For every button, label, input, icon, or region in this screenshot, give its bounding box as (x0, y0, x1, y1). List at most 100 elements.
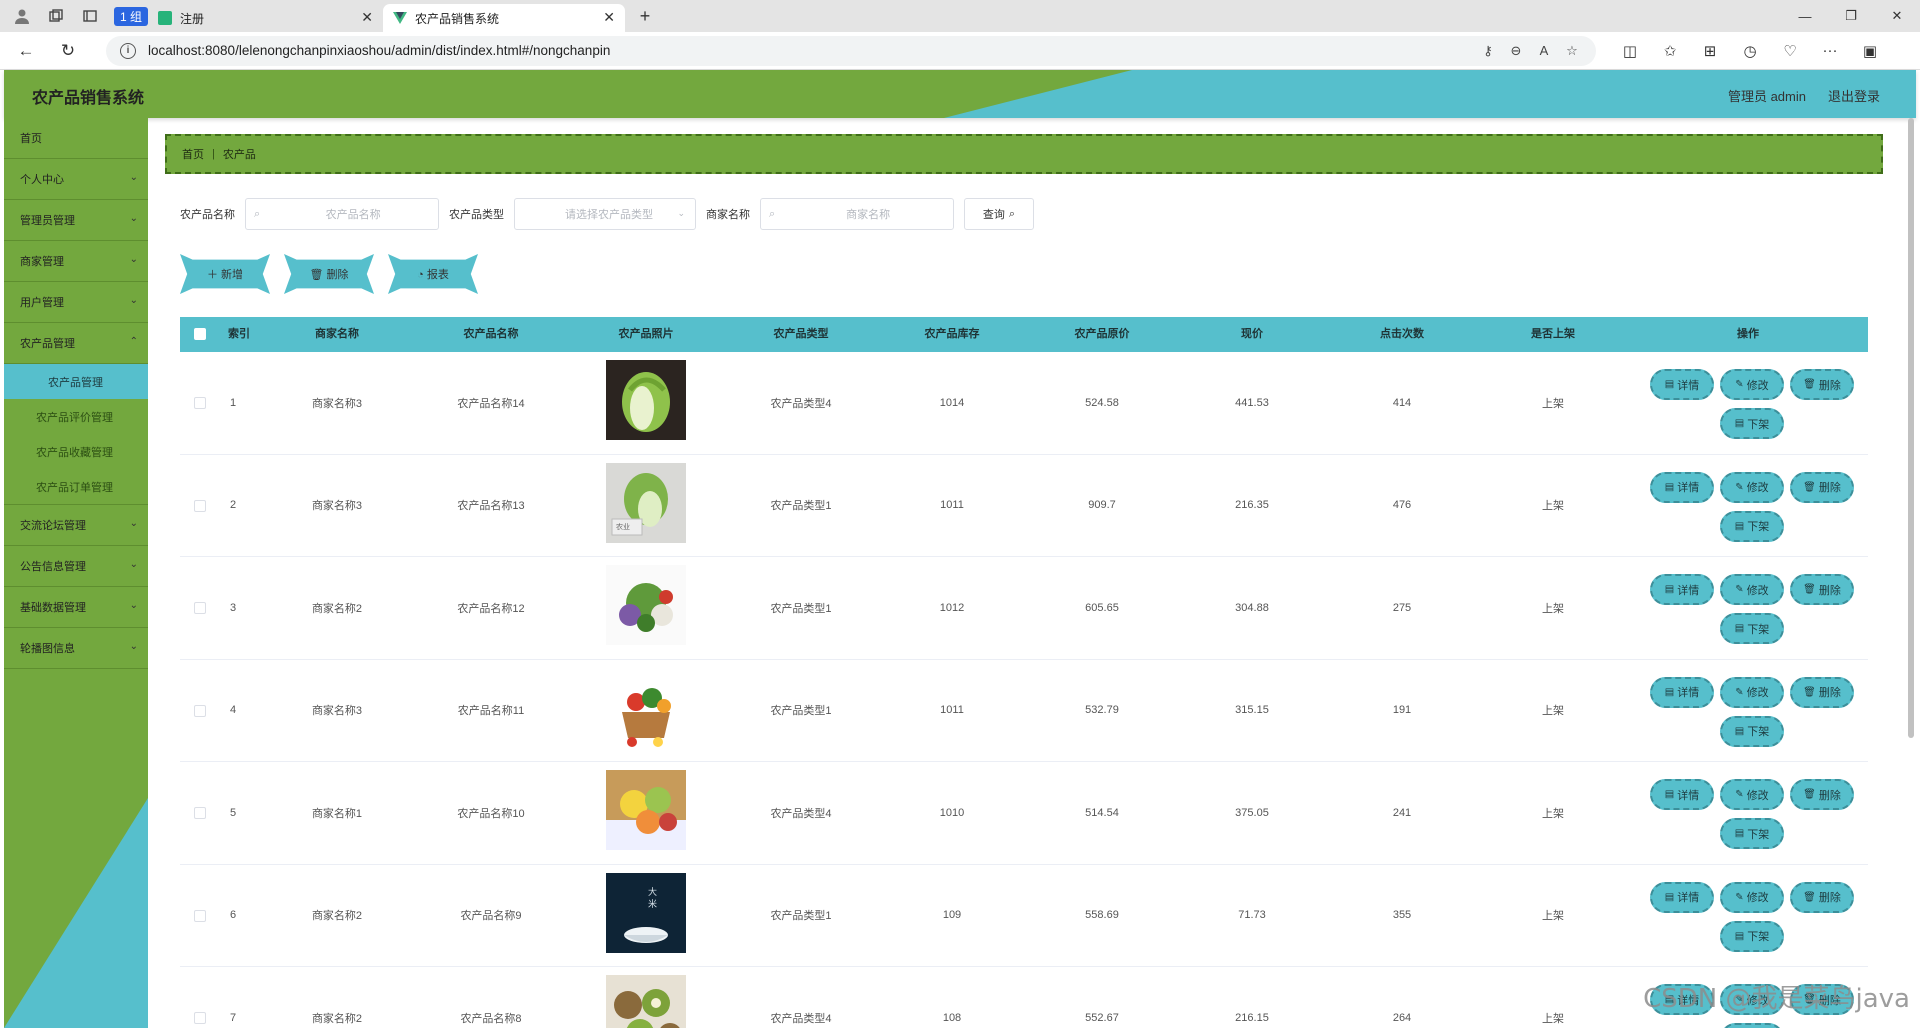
tab-actions-icon[interactable] (78, 4, 102, 28)
sidebar-subitem-product-reviews[interactable]: 农产品评价管理 (4, 399, 148, 434)
close-tab-icon[interactable]: ✕ (361, 9, 373, 26)
workspaces-icon[interactable] (44, 4, 68, 28)
product-photo[interactable] (606, 975, 686, 1028)
sidebar-item-users[interactable]: 用户管理 ⌄ (4, 282, 148, 323)
refresh-icon[interactable]: ↻ (52, 35, 84, 67)
merchant-name-input[interactable]: ⌕ 商家名称 (760, 198, 954, 230)
delete-button-label: 删除 (1818, 584, 1841, 597)
row-checkbox[interactable] (194, 909, 206, 922)
delete-button[interactable]: 🗑 删除 (1790, 369, 1854, 400)
profile-icon[interactable] (10, 4, 34, 28)
favorites-icon[interactable]: ✩ (1650, 42, 1690, 60)
offshelf-button[interactable]: ▤下架 (1720, 715, 1784, 747)
report-button[interactable]: ◔ 报表 (388, 254, 478, 294)
svg-text:米: 米 (648, 898, 657, 909)
table-row: 7 商家名称2 农产品名称8 农产品类型4 108 552.67 216.15 264 上架 ▤ 详… (180, 967, 1868, 1028)
tab-register[interactable]: 注册 ✕ (148, 4, 383, 32)
collections-icon[interactable]: ⊞ (1690, 42, 1730, 60)
tab-group-chip[interactable]: 1 组 (114, 6, 149, 26)
offshelf-button[interactable]: ▤下架 (1720, 818, 1784, 849)
offshelf-button[interactable]: ▤下架 (1720, 1023, 1784, 1028)
offshelf-button[interactable]: ▤下架 (1720, 408, 1784, 439)
batch-delete-button[interactable]: 🗑 删除 (284, 254, 374, 294)
detail-button[interactable]: ▤ 详情 (1650, 574, 1714, 605)
page-scrollbar[interactable] (1908, 118, 1914, 738)
logout-link[interactable]: 退出登录 (1828, 86, 1880, 105)
sidebar-item-carousel[interactable]: 轮播图信息 ⌄ (4, 628, 148, 669)
url-input[interactable]: i localhost:8080/lelenongchanpinxiaoshou… (106, 35, 1596, 66)
new-tab-plus-icon[interactable]: + (633, 6, 657, 27)
product-photo[interactable] (606, 360, 686, 440)
tab-current[interactable]: 农产品销售系统 ✕ (383, 4, 626, 32)
history-icon[interactable]: ◷ (1730, 42, 1770, 60)
site-info-icon[interactable]: i (120, 42, 136, 59)
delete-button[interactable]: 🗑 删除 (1790, 574, 1854, 605)
delete-button[interactable]: 🗑 删除 (1790, 471, 1854, 503)
sidebar-item-home[interactable]: 首页 (4, 118, 148, 159)
sidebar-item-products[interactable]: 农产品管理 ⌃ (4, 323, 148, 364)
product-name-input[interactable]: ⌕ 农产品名称 (245, 198, 439, 230)
row-checkbox[interactable] (194, 602, 206, 614)
cell-on-shelf: 上架 (1542, 397, 1564, 410)
edit-button[interactable]: ✎ 修改 (1720, 574, 1784, 605)
edit-button[interactable]: ✎ 修改 (1720, 779, 1784, 810)
minimize-icon[interactable]: — (1782, 0, 1828, 32)
delete-button[interactable]: 🗑 删除 (1790, 779, 1854, 810)
product-photo[interactable]: 大米 (606, 872, 686, 953)
detail-button[interactable]: ▤ 详情 (1650, 471, 1714, 503)
sidebar-subitem-product-manage[interactable]: 农产品管理 (4, 364, 148, 399)
password-key-icon[interactable]: ⚷ (1474, 43, 1502, 59)
detail-button[interactable]: ▤ 详情 (1650, 881, 1714, 913)
breadcrumb-home[interactable]: 首页 (182, 146, 204, 162)
sidebar-subitem-product-orders[interactable]: 农产品订单管理 (4, 469, 148, 504)
sidebar-item-admins[interactable]: 管理员管理 ⌄ (4, 200, 148, 241)
sidebar-item-label: 基础数据管理 (20, 602, 86, 614)
read-aloud-icon[interactable]: A (1530, 43, 1558, 58)
close-tab-icon[interactable]: ✕ (603, 9, 615, 26)
row-checkbox[interactable] (194, 1012, 206, 1024)
row-checkbox[interactable] (194, 397, 206, 409)
offshelf-button[interactable]: ▤下架 (1720, 920, 1784, 952)
zoom-out-icon[interactable]: ⊖ (1502, 43, 1530, 59)
detail-button[interactable]: ▤ 详情 (1650, 676, 1714, 708)
row-checkbox[interactable] (194, 807, 206, 819)
row-checkbox[interactable] (194, 499, 206, 512)
product-photo[interactable] (606, 667, 686, 748)
window-close-icon[interactable]: ✕ (1874, 0, 1920, 32)
detail-button[interactable]: ▤ 详情 (1650, 779, 1714, 810)
edit-button[interactable]: ✎ 修改 (1720, 369, 1784, 400)
sidebar-item-notices[interactable]: 公告信息管理 ⌄ (4, 546, 148, 587)
row-checkbox[interactable] (194, 704, 206, 717)
offshelf-button[interactable]: ▤下架 (1720, 510, 1784, 542)
sidebar-subitem-product-favorites[interactable]: 农产品收藏管理 (4, 434, 148, 469)
offshelf-button[interactable]: ▤下架 (1720, 613, 1784, 644)
cell-clicks: 191 (1392, 704, 1412, 717)
select-all-checkbox[interactable] (194, 328, 206, 340)
product-photo[interactable] (606, 565, 686, 645)
delete-button[interactable]: 🗑 删除 (1790, 676, 1854, 708)
chevron-down-icon: ⌄ (129, 172, 138, 183)
split-screen-icon[interactable]: ◫ (1610, 42, 1650, 60)
add-button[interactable]: ＋ 新增 (180, 254, 270, 294)
back-arrow-icon[interactable]: ← (10, 35, 42, 67)
query-button[interactable]: 查询 ⌕ (964, 198, 1034, 230)
cell-product-name: 农产品名称8 (460, 1012, 522, 1025)
edit-button[interactable]: ✎ 修改 (1720, 881, 1784, 913)
sidebar-item-merchants[interactable]: 商家管理 ⌄ (4, 241, 148, 282)
edit-button[interactable]: ✎ 修改 (1720, 471, 1784, 503)
sidebar-item-basic-data[interactable]: 基础数据管理 ⌄ (4, 587, 148, 628)
favorite-star-icon[interactable]: ☆ (1558, 43, 1586, 59)
more-menu-icon[interactable]: ··· (1810, 42, 1850, 60)
sidebar-item-forum[interactable]: 交流论坛管理 ⌄ (4, 505, 148, 546)
delete-button[interactable]: 🗑 删除 (1790, 881, 1854, 913)
product-type-select[interactable]: 请选择农产品类型 ⌄ (514, 198, 696, 230)
edit-button[interactable]: ✎ 修改 (1720, 676, 1784, 708)
restore-icon[interactable]: ❐ (1828, 0, 1874, 32)
product-photo[interactable] (606, 770, 686, 850)
sidebar-item-profile[interactable]: 个人中心 ⌄ (4, 159, 148, 200)
detail-button[interactable]: ▤ 详情 (1650, 369, 1714, 400)
report-button-label: 报表 (426, 269, 449, 281)
sidebar-toggle-icon[interactable]: ▣ (1850, 42, 1890, 60)
product-photo[interactable]: 农业 (606, 462, 686, 543)
performance-icon[interactable]: ♡ (1770, 42, 1810, 60)
